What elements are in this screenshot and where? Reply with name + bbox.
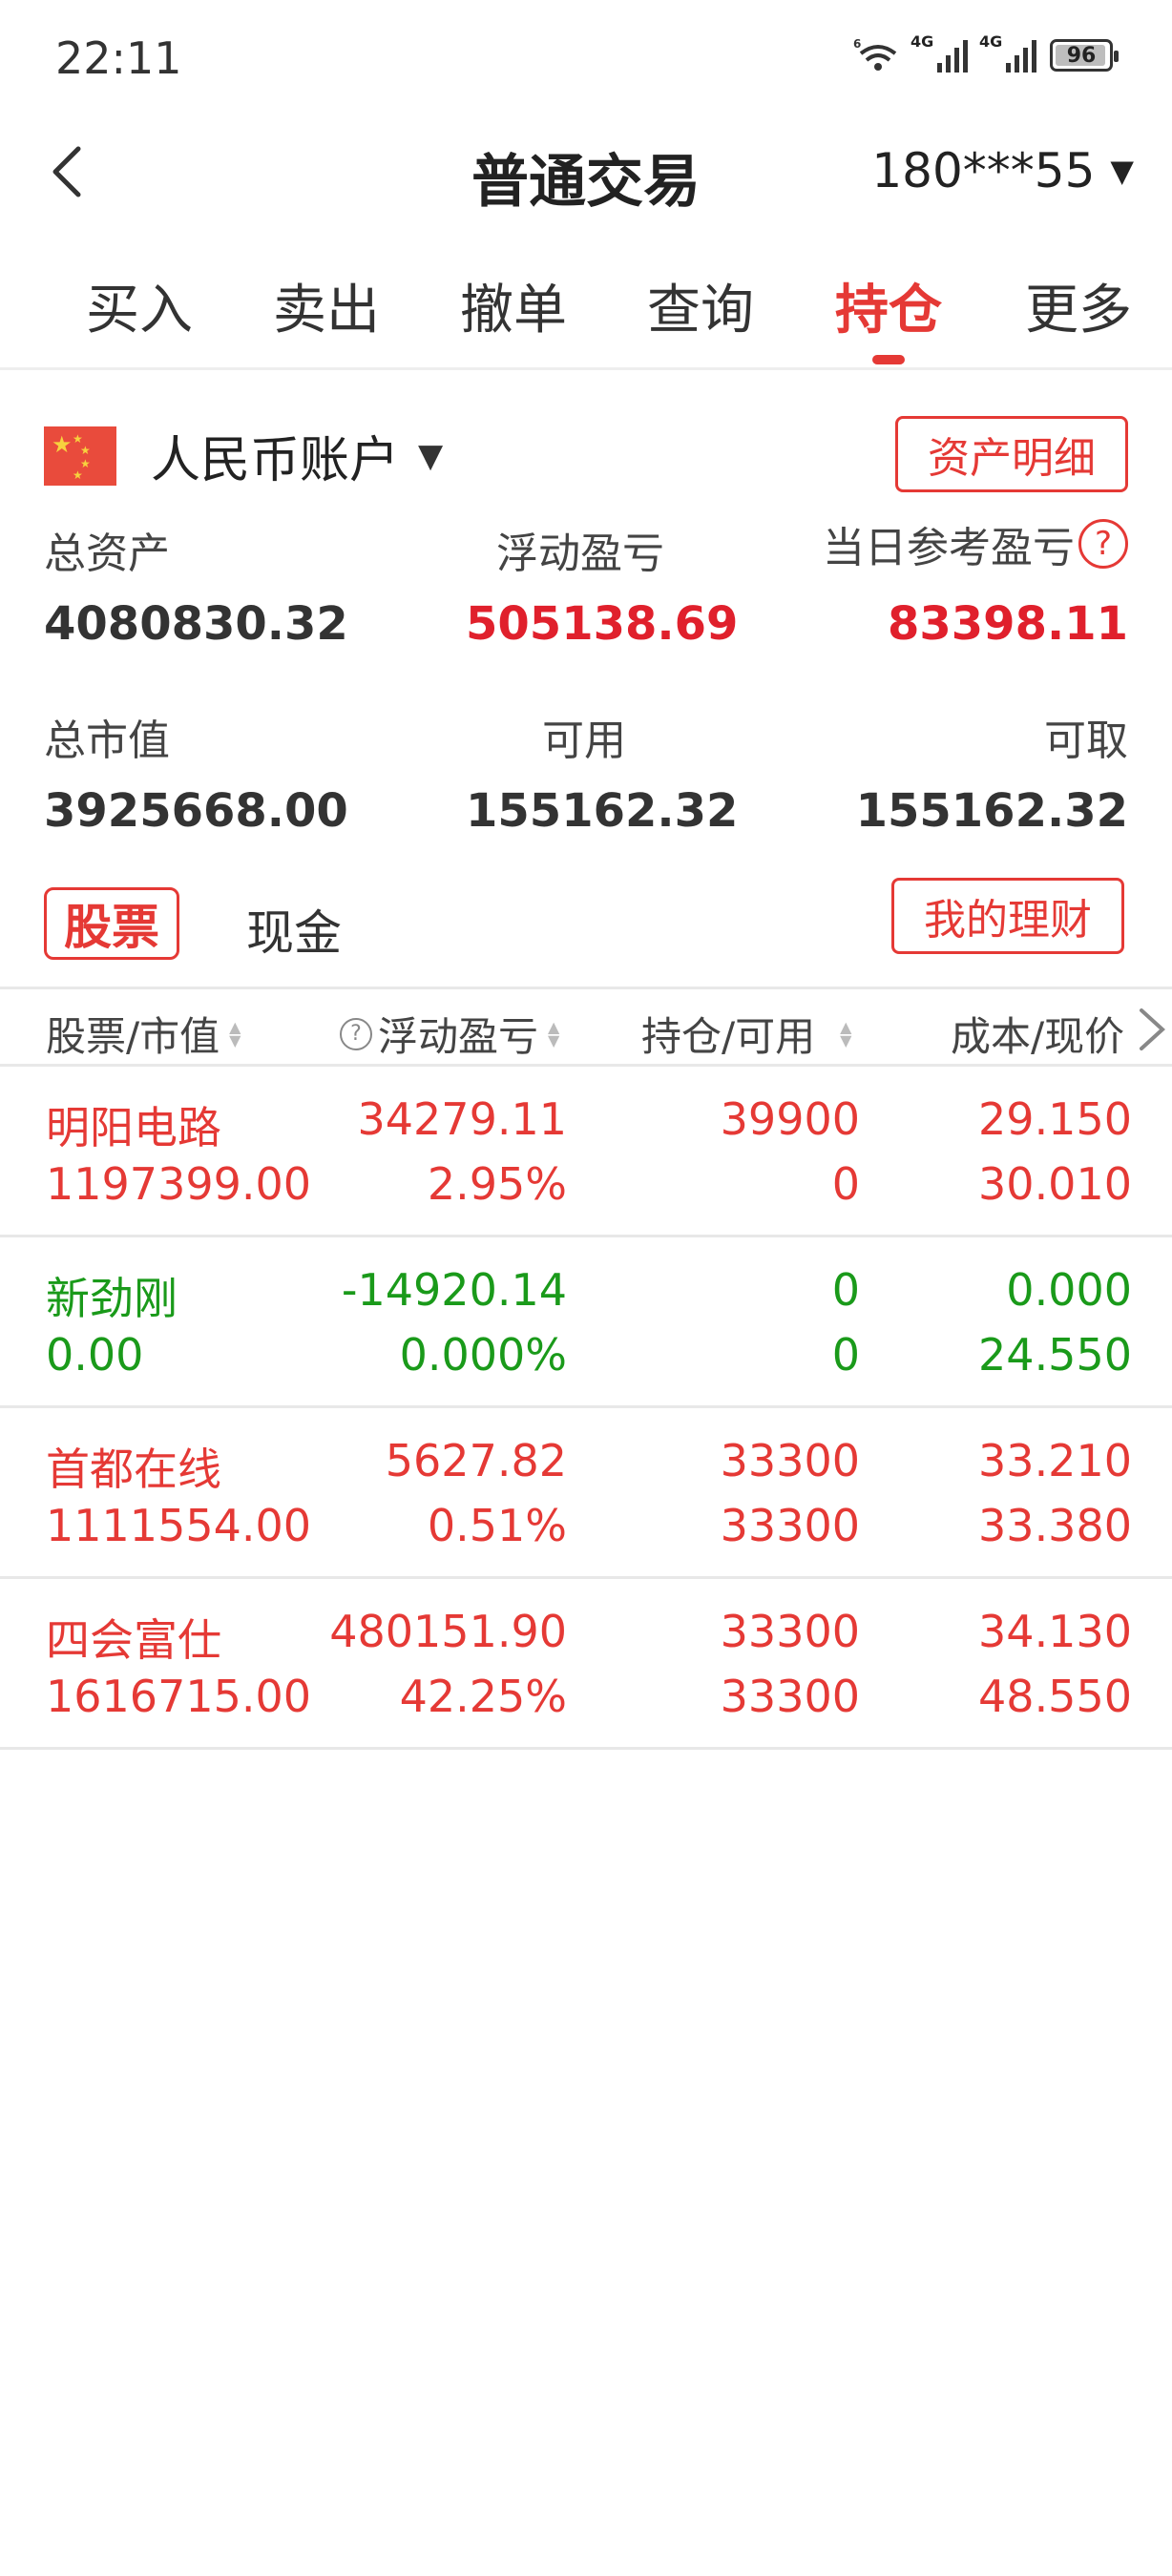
- holdings-table-header: 股票/市值 ▲ ▼ ? 浮动盈亏 ▲ ▼ 持仓/可用 ▲ ▼ 成本/现价: [0, 987, 1172, 1067]
- currency-account-selector[interactable]: ★ ★ ★ ★ ★ 人民币账户 ▼: [44, 420, 443, 491]
- help-icon[interactable]: ?: [1078, 519, 1128, 569]
- wifi-icon: 6: [853, 37, 897, 71]
- stock-cost: 34.130: [978, 1606, 1132, 1657]
- stock-name: 新劲刚: [46, 1273, 178, 1324]
- active-tab-indicator: [872, 355, 905, 364]
- daily-pl-label-group: 当日参考盈亏 ?: [823, 513, 1128, 574]
- tab-sell[interactable]: 卖出: [260, 267, 393, 344]
- stock-price: 24.550: [978, 1329, 1132, 1381]
- signal-label-2: 4G: [979, 32, 1003, 51]
- available-label: 可用: [542, 717, 626, 765]
- account-selector[interactable]: 180***55 ▼: [871, 143, 1134, 198]
- stock-available: 33300: [720, 1671, 860, 1722]
- market-value: 3925668.00: [44, 784, 348, 838]
- stock-price: 30.010: [978, 1158, 1132, 1210]
- signal-label-1: 4G: [910, 32, 934, 51]
- stock-market-value: 1111554.00: [46, 1500, 312, 1551]
- stock-pl-pct: 0.51%: [427, 1500, 567, 1551]
- signal-icon-1: 4G: [910, 32, 968, 73]
- app-header: 普通交易 180***55 ▼: [0, 114, 1172, 229]
- subtab-cash[interactable]: 现金: [246, 895, 342, 964]
- help-icon[interactable]: ?: [340, 1017, 372, 1050]
- available-value: 155162.32: [466, 784, 739, 838]
- wifi-label: 6: [853, 37, 861, 51]
- stock-market-value: 1197399.00: [46, 1158, 312, 1210]
- stock-name: 四会富仕: [46, 1614, 221, 1666]
- status-bar: 22:11 6 4G 4G 96: [0, 0, 1172, 114]
- stock-pl-pct: 0.000%: [399, 1329, 567, 1381]
- stock-market-value: 1616715.00: [46, 1671, 312, 1722]
- table-row[interactable]: 新劲刚 0.00 -14920.14 0.000% 0 0 0.000 24.5…: [0, 1237, 1172, 1408]
- chevron-right-icon[interactable]: [1134, 1003, 1172, 1056]
- my-wealth-button[interactable]: 我的理财: [891, 878, 1124, 954]
- stock-price: 48.550: [978, 1671, 1132, 1722]
- stock-pl-pct: 42.25%: [399, 1671, 567, 1722]
- stock-pl-pct: 2.95%: [427, 1158, 567, 1210]
- signal-icon-2: 4G: [979, 32, 1036, 73]
- tab-query[interactable]: 查询: [634, 267, 767, 344]
- asset-detail-button[interactable]: 资产明细: [895, 416, 1128, 492]
- table-row[interactable]: 首都在线 1111554.00 5627.82 0.51% 33300 3330…: [0, 1408, 1172, 1579]
- sort-icon: ▲ ▼: [840, 1017, 852, 1049]
- stock-name: 明阳电路: [46, 1102, 221, 1153]
- stock-available: 0: [831, 1158, 860, 1210]
- battery-level: 96: [1066, 43, 1097, 68]
- col-floating-pl[interactable]: ? 浮动盈亏 ▲ ▼: [340, 1005, 559, 1063]
- currency-account-name: 人民币账户: [151, 432, 400, 489]
- stock-position: 33300: [720, 1606, 860, 1657]
- stock-available: 33300: [720, 1500, 860, 1551]
- dropdown-arrow-icon: ▼: [418, 436, 444, 475]
- stock-position: 0: [831, 1264, 860, 1316]
- status-icons: 6 4G 4G 96: [853, 32, 1119, 74]
- tab-cancel[interactable]: 撤单: [447, 267, 580, 344]
- withdrawable-label: 可取: [1044, 717, 1128, 765]
- total-assets-value: 4080830.32: [44, 597, 348, 651]
- status-time: 22:11: [55, 32, 182, 84]
- col-stock-market-value[interactable]: 股票/市值 ▲ ▼: [46, 1005, 241, 1063]
- stock-position: 39900: [720, 1093, 860, 1145]
- market-value-label: 总市值: [44, 717, 170, 765]
- floating-pl-value: 505138.69: [466, 597, 739, 651]
- stock-cost: 33.210: [978, 1435, 1132, 1486]
- stock-market-value: 0.00: [46, 1329, 144, 1381]
- stock-pl: 34279.11: [357, 1093, 568, 1145]
- floating-pl-label: 浮动盈亏: [496, 530, 664, 578]
- daily-pl-value: 83398.11: [887, 597, 1128, 651]
- total-assets-label: 总资产: [44, 530, 170, 578]
- stock-available: 0: [831, 1329, 860, 1381]
- china-flag-icon: ★ ★ ★ ★ ★: [44, 426, 116, 486]
- stock-price: 33.380: [978, 1500, 1132, 1551]
- stock-position: 33300: [720, 1435, 860, 1486]
- table-row[interactable]: 四会富仕 1616715.00 480151.90 42.25% 33300 3…: [0, 1579, 1172, 1750]
- col-position-available[interactable]: 持仓/可用 ▲ ▼: [641, 1005, 851, 1063]
- table-row[interactable]: 明阳电路 1197399.00 34279.11 2.95% 39900 0 2…: [0, 1067, 1172, 1237]
- battery-icon: 96: [1050, 39, 1119, 72]
- withdrawable-value: 155162.32: [855, 784, 1128, 838]
- stock-pl: 5627.82: [385, 1435, 567, 1486]
- sort-icon: ▲ ▼: [548, 1017, 560, 1049]
- daily-pl-label: 当日参考盈亏: [823, 524, 1075, 572]
- account-number: 180***55: [871, 143, 1096, 198]
- tab-holdings[interactable]: 持仓: [822, 267, 955, 364]
- stock-cost: 0.000: [1006, 1264, 1132, 1316]
- col-cost-price[interactable]: 成本/现价: [951, 1005, 1124, 1063]
- tab-more[interactable]: 更多: [1012, 267, 1145, 344]
- sort-icon: ▲ ▼: [229, 1017, 241, 1049]
- dropdown-arrow-icon: ▼: [1110, 153, 1134, 189]
- stock-pl: -14920.14: [341, 1264, 567, 1316]
- stock-pl: 480151.90: [329, 1606, 567, 1657]
- trade-tabs: 买入 卖出 撤单 查询 持仓 更多: [0, 258, 1172, 370]
- stock-name: 首都在线: [46, 1444, 221, 1495]
- stock-cost: 29.150: [978, 1093, 1132, 1145]
- tab-buy[interactable]: 买入: [73, 267, 206, 344]
- subtab-stocks[interactable]: 股票: [44, 887, 179, 960]
